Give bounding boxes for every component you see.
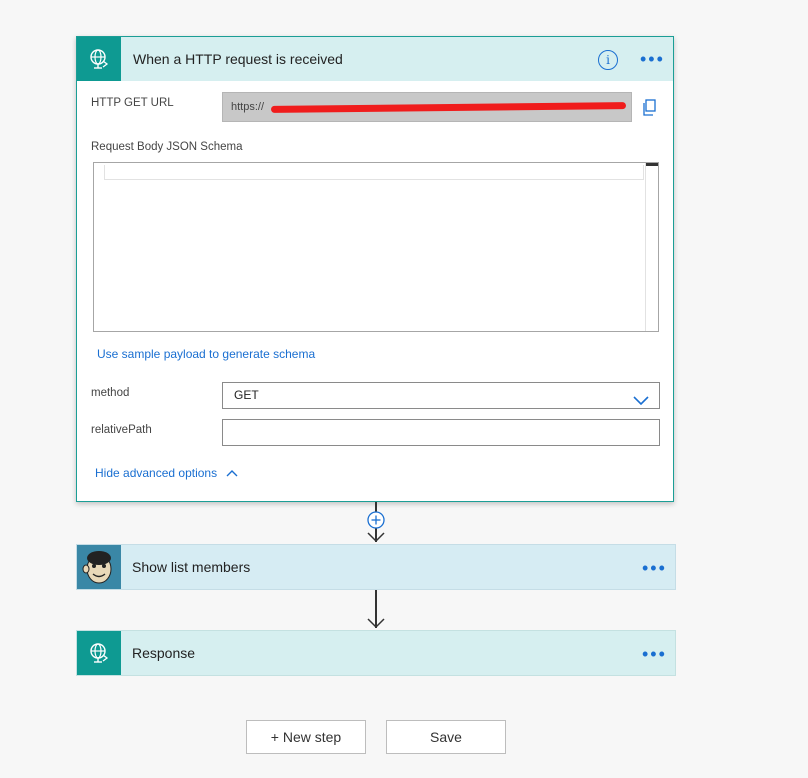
more-dots-icon[interactable]: ••• xyxy=(642,559,667,577)
save-button[interactable]: Save xyxy=(386,720,506,754)
redaction-mark xyxy=(270,102,627,113)
http-get-url-field[interactable]: https:// xyxy=(222,92,632,122)
relative-path-input[interactable] xyxy=(222,419,660,446)
mailchimp-icon xyxy=(77,545,121,589)
url-value: https:// xyxy=(231,101,265,113)
new-step-button[interactable]: + New step xyxy=(246,720,366,754)
step-title: Show list members xyxy=(132,559,251,575)
arrow-down-icon xyxy=(367,618,385,629)
trigger-header[interactable]: When a HTTP request is received i ••• xyxy=(77,37,673,81)
trigger-card: When a HTTP request is received i ••• HT… xyxy=(76,36,674,502)
hide-advanced-label: Hide advanced options xyxy=(95,466,218,480)
step-title: Response xyxy=(132,645,196,661)
hide-advanced-options-link[interactable]: Hide advanced options xyxy=(95,466,238,480)
method-value: GET xyxy=(234,388,259,402)
http-globe-icon xyxy=(77,631,121,675)
step-card-show-list-members[interactable]: Show list members ••• xyxy=(76,544,676,590)
schema-textarea[interactable] xyxy=(93,162,659,332)
http-globe-icon xyxy=(77,37,121,81)
trigger-title: When a HTTP request is received xyxy=(133,51,343,67)
add-step-icon[interactable] xyxy=(366,510,386,530)
sample-payload-link[interactable]: Use sample payload to generate schema xyxy=(97,347,315,361)
chevron-down-icon xyxy=(633,390,649,415)
schema-label: Request Body JSON Schema xyxy=(91,141,243,153)
schema-scrollbar[interactable] xyxy=(645,163,658,331)
more-dots-icon[interactable]: ••• xyxy=(642,645,667,663)
method-select[interactable]: GET xyxy=(222,382,660,409)
method-label: method xyxy=(91,387,130,399)
info-icon[interactable]: i xyxy=(598,50,618,70)
chevron-up-icon xyxy=(226,466,238,480)
more-dots-icon[interactable]: ••• xyxy=(640,50,665,68)
url-label: HTTP GET URL xyxy=(91,97,174,109)
arrow-down-icon xyxy=(367,532,385,543)
relative-path-label: relativePath xyxy=(91,424,152,436)
copy-icon[interactable] xyxy=(641,99,657,122)
step-card-response[interactable]: Response ••• xyxy=(76,630,676,676)
schema-editor-line xyxy=(104,165,644,180)
